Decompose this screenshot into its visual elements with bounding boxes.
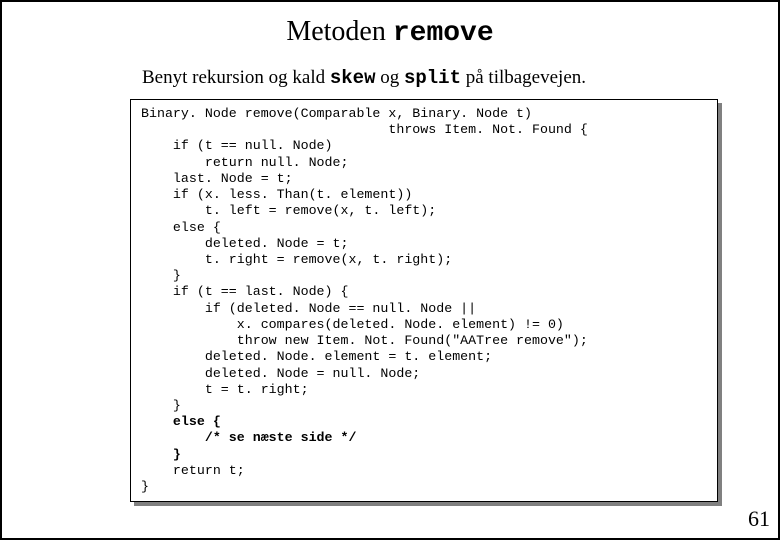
code-line: return t; xyxy=(141,463,245,478)
code-line: if (deleted. Node == null. Node || xyxy=(141,301,476,316)
code-line: x. compares(deleted. Node. element) != 0… xyxy=(141,317,564,332)
code-line: throw new Item. Not. Found("AATree remov… xyxy=(141,333,588,348)
code-box-wrapper: Binary. Node remove(Comparable x, Binary… xyxy=(130,99,718,502)
subtitle: Benyt rekursion og kald skew og split på… xyxy=(142,67,778,89)
subtitle-pre: Benyt rekursion og kald xyxy=(142,67,330,88)
subtitle-split: split xyxy=(404,67,461,89)
subtitle-skew: skew xyxy=(330,67,376,89)
title-text: Metoden xyxy=(286,16,393,47)
code-line: } xyxy=(141,268,181,283)
code-line: if (t == last. Node) { xyxy=(141,284,348,299)
subtitle-post: på tilbagevejen. xyxy=(461,67,586,88)
code-box: Binary. Node remove(Comparable x, Binary… xyxy=(130,99,718,502)
code-line: deleted. Node. element = t. element; xyxy=(141,349,492,364)
subtitle-mid: og xyxy=(375,67,404,88)
code-line-bold: /* se næste side */ xyxy=(141,430,356,445)
code-line: } xyxy=(141,479,149,494)
code-line: throws Item. Not. Found { xyxy=(141,122,588,137)
code-line: deleted. Node = t; xyxy=(141,236,348,251)
code-line: if (x. less. Than(t. element)) xyxy=(141,187,412,202)
code-line: t = t. right; xyxy=(141,382,309,397)
code-line: last. Node = t; xyxy=(141,171,293,186)
code-line: t. right = remove(x, t. right); xyxy=(141,252,452,267)
title-mono: remove xyxy=(393,18,494,49)
code-line-bold: else { xyxy=(141,414,221,429)
code-line: else { xyxy=(141,220,221,235)
code-line: t. left = remove(x, t. left); xyxy=(141,203,436,218)
code-line: } xyxy=(141,398,181,413)
code-line: return null. Node; xyxy=(141,155,348,170)
page-title: Metoden remove xyxy=(2,16,778,49)
slide-page: Metoden remove Benyt rekursion og kald s… xyxy=(0,0,780,540)
code-line: if (t == null. Node) xyxy=(141,138,333,153)
code-line: deleted. Node = null. Node; xyxy=(141,366,420,381)
code-line: Binary. Node remove(Comparable x, Binary… xyxy=(141,106,532,121)
page-number: 61 xyxy=(748,506,770,532)
code-line-bold: } xyxy=(141,447,181,462)
